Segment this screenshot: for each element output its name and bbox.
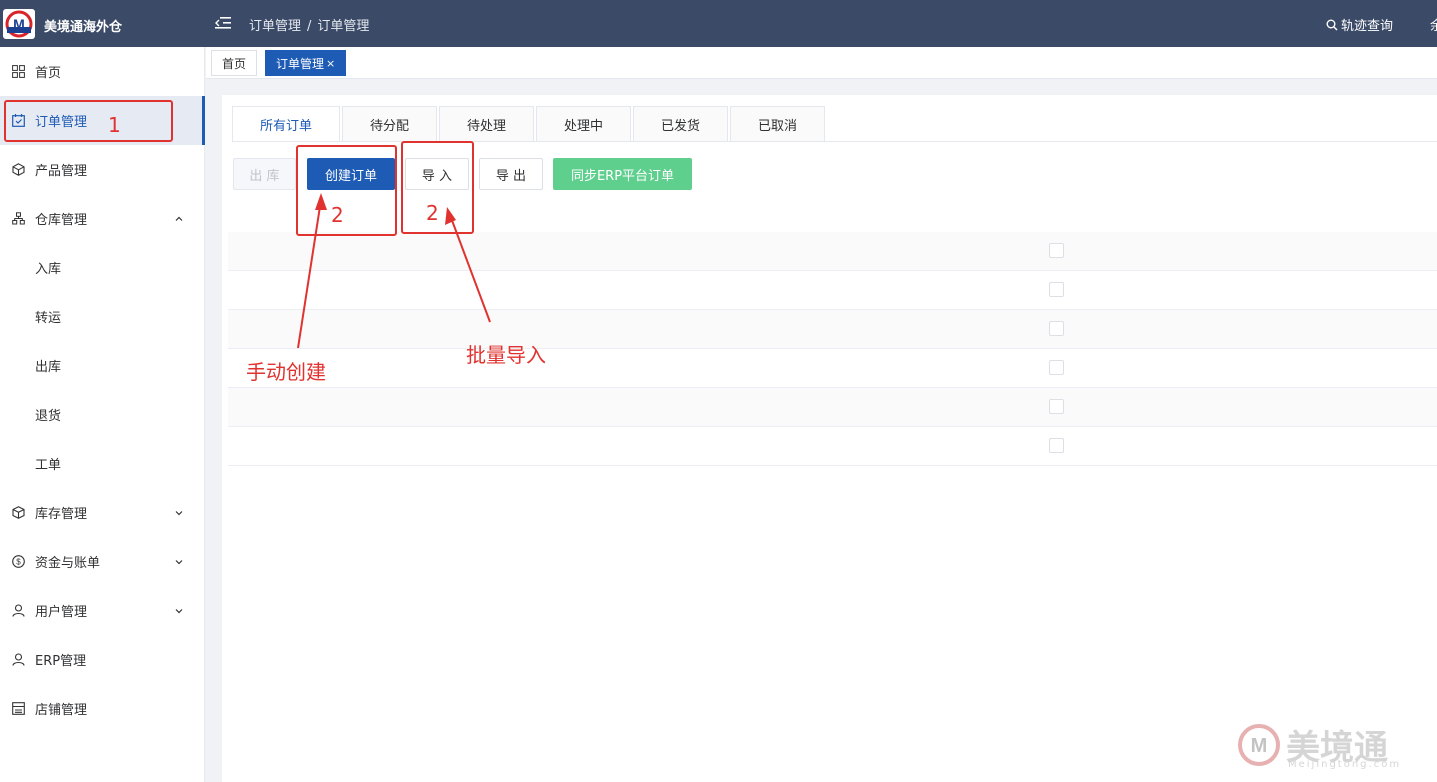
sidebar: 首页 订单管理 产品管理 仓库管理 入库 转运 出库 退货 工单 库存管理 $ … bbox=[0, 47, 205, 782]
sidebar-item-label: 工单 bbox=[35, 458, 62, 473]
svg-text:M: M bbox=[1251, 735, 1268, 757]
sidebar-item-users[interactable]: 用户管理 bbox=[0, 586, 205, 635]
sidebar-item-returns[interactable]: 退货 bbox=[0, 390, 205, 439]
sidebar-item-erp[interactable]: ERP管理 bbox=[0, 635, 205, 684]
dollar-icon: $ bbox=[12, 555, 25, 568]
sidebar-item-workorder[interactable]: 工单 bbox=[0, 439, 205, 488]
annotation-box-create bbox=[296, 145, 397, 236]
row-checkbox[interactable] bbox=[1049, 321, 1064, 336]
brand[interactable]: M 美境通海外仓 bbox=[0, 0, 205, 47]
sidebar-item-label: 用户管理 bbox=[35, 605, 88, 620]
table-row bbox=[228, 388, 1437, 427]
sidebar-item-label: 仓库管理 bbox=[35, 213, 88, 228]
order-table bbox=[228, 232, 1437, 466]
sidebar-item-label: ERP管理 bbox=[35, 654, 87, 669]
sidebar-item-finance[interactable]: $ 资金与账单 bbox=[0, 537, 205, 586]
sidebar-item-products[interactable]: 产品管理 bbox=[0, 145, 205, 194]
close-icon[interactable]: × bbox=[326, 57, 335, 70]
row-checkbox[interactable] bbox=[1049, 360, 1064, 375]
sidebar-item-home[interactable]: 首页 bbox=[0, 47, 205, 96]
tab-pending-assign[interactable]: 待分配 bbox=[342, 106, 437, 142]
user-icon bbox=[12, 653, 25, 666]
tab-pending-process[interactable]: 待处理 bbox=[439, 106, 534, 142]
row-checkbox[interactable] bbox=[1049, 243, 1064, 258]
sidebar-item-label: 退货 bbox=[35, 409, 62, 424]
chevron-down-icon bbox=[175, 559, 183, 564]
page-tabs-bar: 首页 订单管理 × bbox=[206, 47, 1437, 79]
sidebar-item-label: 出库 bbox=[35, 360, 62, 375]
chevron-up-icon bbox=[175, 216, 183, 221]
sidebar-item-label: 产品管理 bbox=[35, 164, 88, 179]
warehouse-icon bbox=[12, 212, 25, 225]
breadcrumb-separator: / bbox=[307, 19, 312, 34]
export-button[interactable]: 导 出 bbox=[479, 158, 543, 190]
annotation-number-1: 1 bbox=[108, 113, 121, 137]
cube-icon bbox=[12, 506, 25, 519]
sidebar-item-label: 入库 bbox=[35, 262, 62, 277]
tab-processing[interactable]: 处理中 bbox=[536, 106, 631, 142]
brand-name: 美境通海外仓 bbox=[44, 20, 123, 35]
annotation-manual-create: 手动创建 bbox=[246, 360, 326, 384]
header-cutoff-text[interactable]: 余 bbox=[1430, 15, 1437, 34]
watermark-url: Meijingtong.com bbox=[1288, 759, 1402, 770]
track-query-link[interactable]: 轨迹查询 bbox=[1326, 15, 1393, 34]
page-tab-label: 首页 bbox=[222, 56, 247, 71]
row-checkbox[interactable] bbox=[1049, 399, 1064, 414]
chevron-down-icon bbox=[175, 510, 183, 515]
grid-icon bbox=[12, 65, 25, 78]
tab-all-orders[interactable]: 所有订单 bbox=[232, 106, 340, 142]
sidebar-item-label: 库存管理 bbox=[35, 507, 88, 522]
track-query-label: 轨迹查询 bbox=[1341, 19, 1394, 34]
breadcrumb-item: 订单管理 bbox=[317, 19, 370, 34]
watermark-logo-icon: M bbox=[1238, 724, 1280, 766]
annotation-number-2: 2 bbox=[331, 203, 344, 227]
table-row bbox=[228, 427, 1437, 466]
tab-cancelled[interactable]: 已取消 bbox=[730, 106, 825, 142]
table-row bbox=[228, 349, 1437, 388]
sidebar-item-inventory[interactable]: 库存管理 bbox=[0, 488, 205, 537]
annotation-batch-import: 批量导入 bbox=[466, 343, 546, 367]
svg-text:M: M bbox=[13, 16, 25, 32]
sidebar-item-warehouse[interactable]: 仓库管理 bbox=[0, 194, 205, 243]
table-row bbox=[228, 271, 1437, 310]
annotation-box-orders bbox=[4, 100, 173, 142]
sidebar-item-outbound[interactable]: 出库 bbox=[0, 341, 205, 390]
search-icon bbox=[1326, 19, 1338, 31]
row-checkbox[interactable] bbox=[1049, 438, 1064, 453]
page-tab-label: 订单管理 bbox=[276, 56, 325, 71]
sidebar-item-inbound[interactable]: 入库 bbox=[0, 243, 205, 292]
user-icon bbox=[12, 604, 25, 617]
sidebar-item-transfer[interactable]: 转运 bbox=[0, 292, 205, 341]
svg-text:$: $ bbox=[16, 557, 21, 566]
chevron-down-icon bbox=[175, 608, 183, 613]
watermark: M 美境通 Meijingtong.com bbox=[1236, 720, 1431, 772]
page-tab-orders[interactable]: 订单管理 × bbox=[265, 50, 347, 76]
annotation-number-2: 2 bbox=[426, 201, 439, 225]
breadcrumb: 订单管理 / 订单管理 bbox=[249, 15, 369, 34]
sidebar-item-label: 首页 bbox=[35, 66, 62, 81]
table-row bbox=[228, 310, 1437, 349]
sidebar-item-label: 店铺管理 bbox=[35, 703, 88, 718]
box-icon bbox=[12, 163, 25, 176]
outbound-button[interactable]: 出 库 bbox=[233, 158, 296, 190]
table-row bbox=[228, 232, 1437, 271]
page-tab-home[interactable]: 首页 bbox=[211, 50, 258, 76]
menu-fold-icon[interactable] bbox=[215, 16, 231, 30]
status-tabs: 所有订单 待分配 待处理 处理中 已发货 已取消 bbox=[232, 106, 827, 142]
top-header: M 美境通海外仓 订单管理 / 订单管理 轨迹查询 余 bbox=[0, 0, 1437, 47]
sidebar-item-label: 资金与账单 bbox=[35, 556, 101, 571]
store-icon bbox=[12, 702, 25, 715]
breadcrumb-item[interactable]: 订单管理 bbox=[249, 19, 301, 34]
brand-logo-icon: M bbox=[3, 9, 35, 39]
sidebar-item-stores[interactable]: 店铺管理 bbox=[0, 684, 205, 733]
sync-erp-button[interactable]: 同步ERP平台订单 bbox=[553, 158, 692, 190]
tab-shipped[interactable]: 已发货 bbox=[633, 106, 728, 142]
sidebar-item-label: 转运 bbox=[35, 311, 62, 326]
row-checkbox[interactable] bbox=[1049, 282, 1064, 297]
